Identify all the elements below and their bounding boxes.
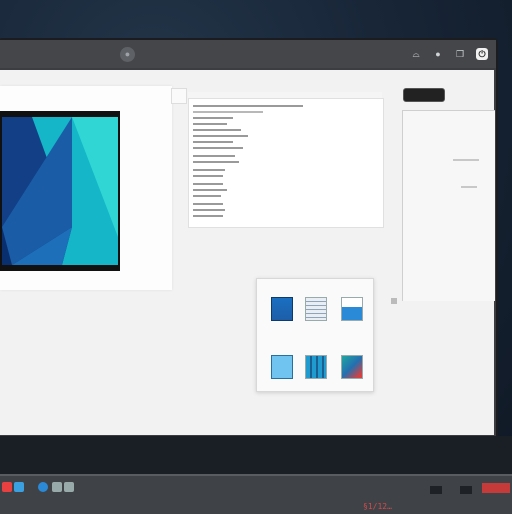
text-line — [193, 105, 303, 107]
tray-icon[interactable] — [460, 486, 472, 494]
text-line — [193, 111, 263, 113]
collapse-toggle[interactable] — [171, 88, 187, 104]
text-line — [193, 135, 248, 137]
text-line — [193, 123, 227, 125]
layout-header-icon[interactable] — [341, 297, 363, 321]
clock-text: §1/12… — [363, 502, 392, 511]
search-icon[interactable] — [38, 482, 48, 492]
start-icon[interactable] — [2, 482, 12, 492]
app-logo-icon: ● — [120, 47, 135, 62]
layout-picker — [256, 278, 374, 392]
text-line — [193, 195, 221, 197]
text-line — [193, 169, 225, 171]
notification-badge[interactable] — [482, 483, 510, 493]
monitor-bezel — [0, 436, 512, 474]
title-bar: ● ⌓ ● ❒ ⏻ — [0, 40, 496, 68]
files-icon[interactable] — [52, 482, 62, 492]
layout-solid-icon[interactable] — [271, 355, 293, 379]
apps-icon[interactable] — [64, 482, 74, 492]
text-line — [193, 147, 243, 149]
text-line — [193, 215, 223, 217]
text-line — [193, 209, 225, 211]
layout-grid-icon[interactable] — [305, 355, 327, 379]
workspace — [0, 70, 495, 435]
mode-toggle[interactable] — [403, 88, 445, 102]
layout-blue-icon[interactable] — [271, 297, 293, 321]
image-panel — [0, 86, 172, 290]
window-controls: ⌓ ● ❒ ⏻ — [410, 48, 488, 60]
power-icon[interactable]: ⏻ — [476, 48, 488, 60]
text-line — [193, 203, 223, 205]
restore-icon[interactable]: ❒ — [454, 48, 466, 60]
text-line — [193, 155, 235, 157]
text-line — [193, 117, 233, 119]
layout-table-icon[interactable] — [305, 297, 327, 321]
refresh-icon[interactable]: ⌓ — [410, 48, 422, 60]
properties-panel — [402, 110, 495, 301]
settings-icon[interactable]: ● — [432, 48, 444, 60]
text-line — [193, 129, 241, 131]
image-preview[interactable] — [0, 111, 120, 271]
text-line — [193, 161, 239, 163]
browser-icon[interactable] — [14, 482, 24, 492]
taskbar: §1/12… — [0, 474, 512, 514]
panel-line — [453, 159, 479, 161]
text-line — [193, 141, 233, 143]
document-page[interactable] — [188, 98, 384, 228]
tray-icon[interactable] — [430, 486, 442, 494]
panel-line — [461, 186, 477, 188]
text-line — [193, 175, 223, 177]
layout-photo-icon[interactable] — [341, 355, 363, 379]
abstract-image — [2, 117, 118, 265]
text-line — [193, 183, 223, 185]
resize-handle[interactable] — [391, 298, 397, 304]
app-window: ● ⌓ ● ❒ ⏻ ··· — [0, 40, 496, 460]
text-line — [193, 189, 227, 191]
